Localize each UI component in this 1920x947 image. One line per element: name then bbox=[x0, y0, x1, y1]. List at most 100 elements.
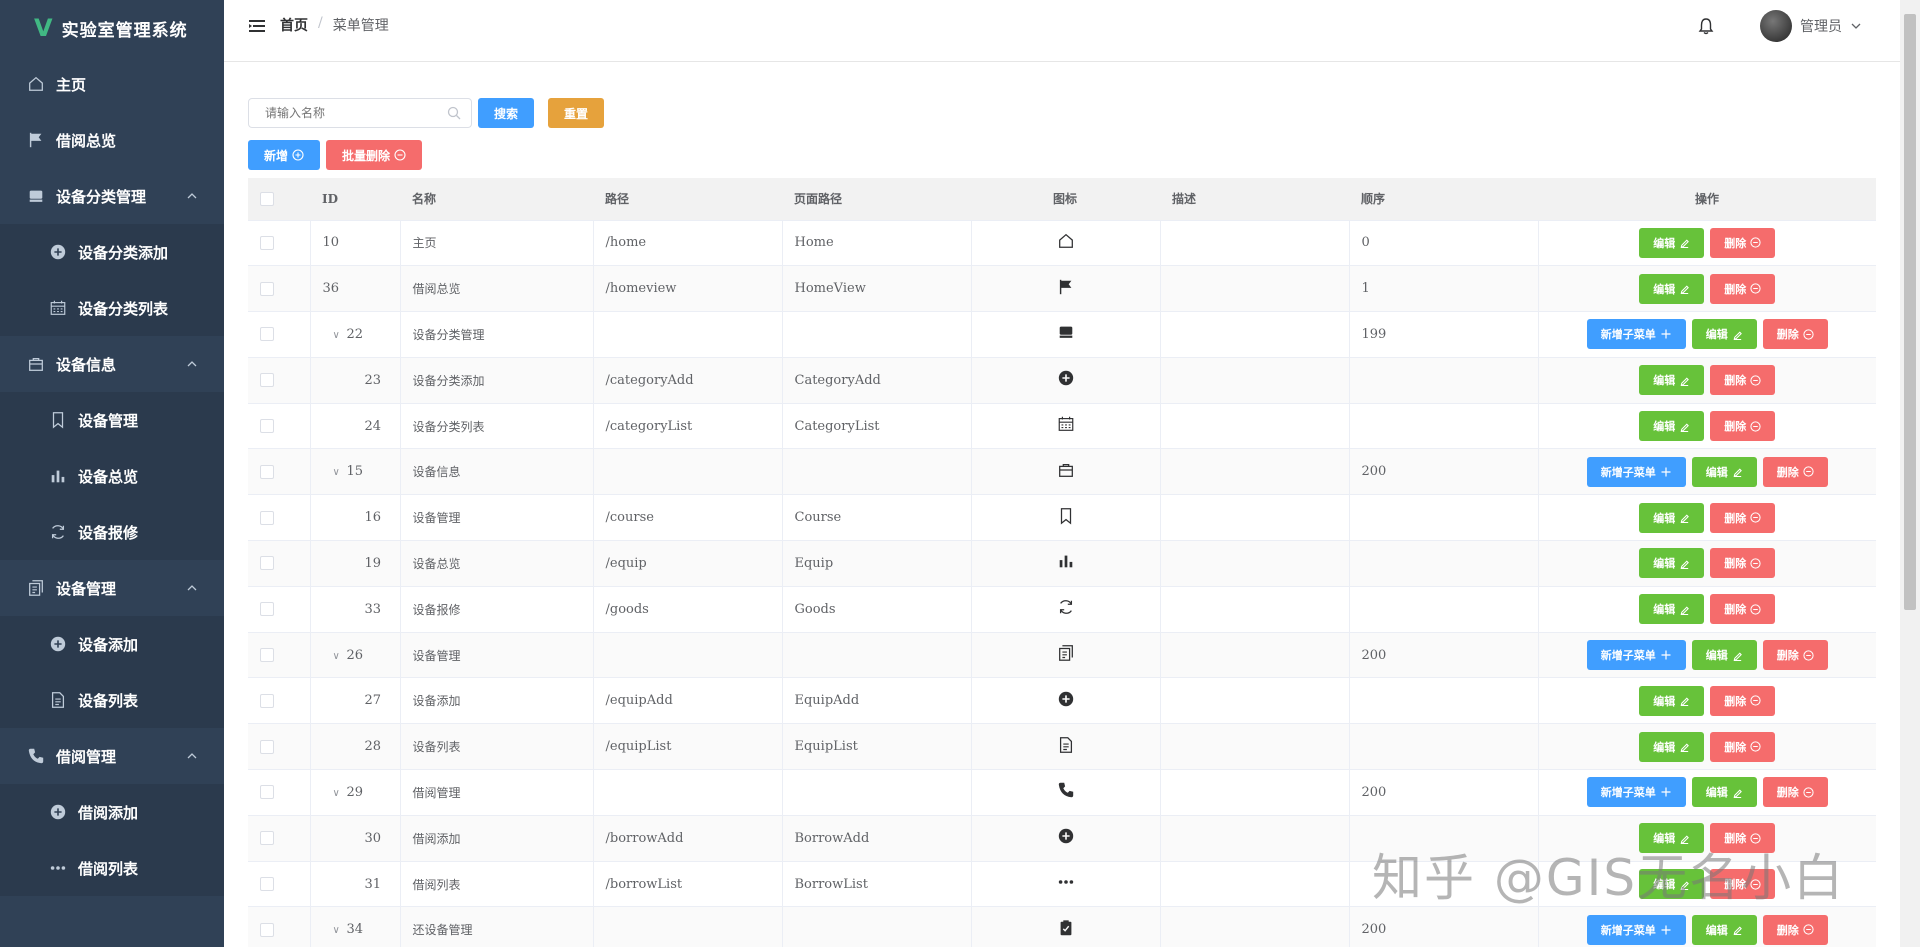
hamburger-icon[interactable] bbox=[248, 17, 266, 35]
add-child-button[interactable]: 新增子菜单 bbox=[1586, 319, 1686, 350]
expand-caret-icon[interactable]: ∨ bbox=[333, 651, 347, 662]
edit-button[interactable]: 编辑 bbox=[1639, 869, 1705, 900]
expand-caret-icon[interactable]: ∨ bbox=[333, 467, 347, 478]
header-name[interactable]: 名称 bbox=[400, 178, 593, 221]
table-row[interactable]: ∨ 15 设备信息 200 新增子菜单 编辑 删除 bbox=[248, 448, 1876, 496]
delete-button[interactable]: 删除 bbox=[1762, 914, 1828, 945]
reset-button[interactable]: 重置 bbox=[548, 98, 605, 128]
row-checkbox[interactable] bbox=[260, 831, 274, 846]
edit-button[interactable]: 编辑 bbox=[1639, 365, 1705, 396]
sidebar-item-1[interactable]: 借阅总览 bbox=[0, 112, 224, 168]
expand-caret-icon[interactable]: ∨ bbox=[333, 788, 347, 799]
delete-button[interactable]: 删除 bbox=[1762, 640, 1828, 671]
row-checkbox[interactable] bbox=[260, 281, 274, 296]
sidebar-item-14[interactable]: 借阅列表 bbox=[0, 840, 224, 896]
row-checkbox[interactable] bbox=[260, 510, 274, 525]
delete-button[interactable]: 删除 bbox=[1710, 823, 1776, 854]
sidebar-item-12[interactable]: 借阅管理 bbox=[0, 728, 224, 784]
table-row[interactable]: 23 设备分类添加 /categoryAdd CategoryAdd 编辑 删除 bbox=[248, 357, 1876, 404]
sidebar-item-11[interactable]: 设备列表 bbox=[0, 672, 224, 728]
edit-button[interactable]: 编辑 bbox=[1691, 640, 1757, 671]
add-child-button[interactable]: 新增子菜单 bbox=[1586, 777, 1686, 808]
bell-icon[interactable] bbox=[1697, 17, 1715, 35]
table-row[interactable]: ∨ 34 还设备管理 200 新增子菜单 编辑 删除 bbox=[248, 906, 1876, 947]
delete-button[interactable]: 删除 bbox=[1762, 319, 1828, 350]
delete-button[interactable]: 删除 bbox=[1710, 411, 1776, 442]
add-button[interactable]: 新增 bbox=[248, 140, 321, 170]
batch-delete-button[interactable]: 批量删除 bbox=[326, 140, 423, 170]
avatar[interactable] bbox=[1760, 10, 1792, 42]
delete-button[interactable]: 删除 bbox=[1762, 777, 1828, 808]
delete-button[interactable]: 删除 bbox=[1710, 685, 1776, 716]
edit-button[interactable]: 编辑 bbox=[1691, 456, 1757, 487]
edit-button[interactable]: 编辑 bbox=[1639, 685, 1705, 716]
table-row[interactable]: 10 主页 /home Home 0 编辑 删除 bbox=[248, 220, 1876, 267]
row-checkbox[interactable] bbox=[260, 693, 274, 708]
add-child-button[interactable]: 新增子菜单 bbox=[1586, 640, 1686, 671]
table-row[interactable]: 36 借阅总览 /homeview HomeView 1 编辑 删除 bbox=[248, 265, 1876, 313]
header-description[interactable]: 描述 bbox=[1160, 178, 1349, 221]
sidebar-item-7[interactable]: 设备总览 bbox=[0, 448, 224, 504]
breadcrumb-home[interactable]: 首页 bbox=[280, 15, 308, 35]
add-child-button[interactable]: 新增子菜单 bbox=[1586, 914, 1686, 945]
edit-button[interactable]: 编辑 bbox=[1639, 411, 1705, 442]
table-row[interactable]: ∨ 29 借阅管理 200 新增子菜单 编辑 删除 bbox=[248, 769, 1876, 816]
search-button[interactable]: 搜索 bbox=[478, 98, 535, 128]
row-checkbox[interactable] bbox=[260, 877, 274, 892]
sidebar-item-8[interactable]: 设备报修 bbox=[0, 504, 224, 560]
edit-button[interactable]: 编辑 bbox=[1639, 823, 1705, 854]
search-input[interactable] bbox=[249, 99, 439, 127]
sidebar-item-0[interactable]: 主页 bbox=[0, 56, 224, 112]
header-page-path[interactable]: 页面路径 bbox=[782, 178, 971, 221]
table-row[interactable]: 24 设备分类列表 /categoryList CategoryList 编辑 … bbox=[248, 403, 1876, 450]
row-checkbox[interactable] bbox=[260, 556, 274, 571]
header-icon[interactable]: 图标 bbox=[971, 178, 1160, 221]
delete-button[interactable]: 删除 bbox=[1762, 456, 1828, 487]
delete-button[interactable]: 删除 bbox=[1710, 594, 1776, 625]
row-checkbox[interactable] bbox=[260, 648, 274, 663]
delete-button[interactable]: 删除 bbox=[1710, 365, 1776, 396]
edit-button[interactable]: 编辑 bbox=[1691, 777, 1757, 808]
table-row[interactable]: ∨ 26 设备管理 200 新增子菜单 编辑 删除 bbox=[248, 632, 1876, 679]
edit-button[interactable]: 编辑 bbox=[1639, 731, 1705, 762]
expand-caret-icon[interactable]: ∨ bbox=[333, 925, 347, 936]
app-logo[interactable]: V 实验室管理系统 bbox=[0, 0, 224, 56]
table-row[interactable]: ∨ 22 设备分类管理 199 新增子菜单 编辑 删除 bbox=[248, 311, 1876, 358]
sidebar-item-10[interactable]: 设备添加 bbox=[0, 616, 224, 672]
table-row[interactable]: 30 借阅添加 /borrowAdd BorrowAdd 编辑 删除 bbox=[248, 815, 1876, 862]
row-checkbox[interactable] bbox=[260, 419, 274, 434]
table-row[interactable]: 31 借阅列表 /borrowList BorrowList 编辑 删除 bbox=[248, 861, 1876, 908]
edit-button[interactable]: 编辑 bbox=[1639, 502, 1705, 533]
row-checkbox[interactable] bbox=[260, 602, 274, 617]
table-row[interactable]: 33 设备报修 /goods Goods 编辑 删除 bbox=[248, 586, 1876, 633]
edit-button[interactable]: 编辑 bbox=[1639, 548, 1705, 579]
row-checkbox[interactable] bbox=[260, 327, 274, 342]
delete-button[interactable]: 删除 bbox=[1710, 869, 1776, 900]
page-scrollbar[interactable] bbox=[1900, 0, 1920, 947]
table-row[interactable]: 16 设备管理 /course Course 编辑 删除 bbox=[248, 494, 1876, 542]
delete-button[interactable]: 删除 bbox=[1710, 227, 1776, 258]
sidebar-item-5[interactable]: 设备信息 bbox=[0, 336, 224, 392]
sidebar-item-2[interactable]: 设备分类管理 bbox=[0, 168, 224, 224]
add-child-button[interactable]: 新增子菜单 bbox=[1586, 456, 1686, 487]
scrollbar-thumb[interactable] bbox=[1904, 14, 1916, 610]
table-row[interactable]: 27 设备添加 /equipAdd EquipAdd 编辑 删除 bbox=[248, 677, 1876, 725]
header-order[interactable]: 顺序 bbox=[1349, 178, 1538, 221]
edit-button[interactable]: 编辑 bbox=[1639, 594, 1705, 625]
select-all-checkbox[interactable] bbox=[260, 192, 274, 206]
table-row[interactable]: 28 设备列表 /equipList EquipList 编辑 删除 bbox=[248, 723, 1876, 771]
table-row[interactable]: 19 设备总览 /equip Equip 编辑 删除 bbox=[248, 540, 1876, 587]
sidebar-item-6[interactable]: 设备管理 bbox=[0, 392, 224, 448]
edit-button[interactable]: 编辑 bbox=[1639, 273, 1705, 304]
sidebar-item-9[interactable]: 设备管理 bbox=[0, 560, 224, 616]
delete-button[interactable]: 删除 bbox=[1710, 273, 1776, 304]
row-checkbox[interactable] bbox=[260, 235, 274, 250]
delete-button[interactable]: 删除 bbox=[1710, 502, 1776, 533]
user-menu[interactable]: 管理员 bbox=[1760, 10, 1862, 42]
delete-button[interactable]: 删除 bbox=[1710, 548, 1776, 579]
row-checkbox[interactable] bbox=[260, 373, 274, 388]
row-checkbox[interactable] bbox=[260, 922, 274, 937]
sidebar-item-13[interactable]: 借阅添加 bbox=[0, 784, 224, 840]
edit-button[interactable]: 编辑 bbox=[1639, 227, 1705, 258]
row-checkbox[interactable] bbox=[260, 464, 274, 479]
